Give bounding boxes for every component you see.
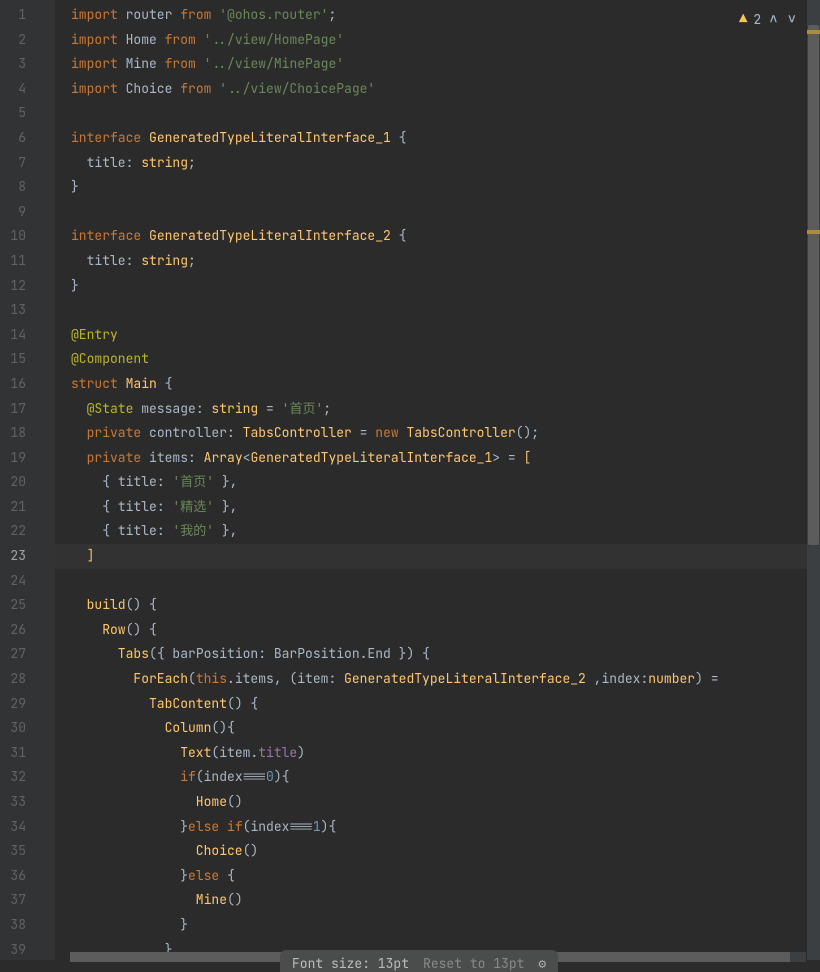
- warning-icon: ▲: [739, 10, 747, 28]
- line-number: 12: [0, 274, 54, 299]
- line-number: 10: [0, 224, 54, 249]
- line-number: 27: [0, 642, 54, 667]
- code-editor[interactable]: 1234567891011121314151617181920212223242…: [0, 0, 820, 960]
- code-line[interactable]: Choice(): [55, 839, 820, 864]
- code-line[interactable]: Mine(): [55, 888, 820, 913]
- code-line[interactable]: build() {: [55, 593, 820, 618]
- code-line[interactable]: private controller: TabsController = new…: [55, 421, 820, 446]
- code-line[interactable]: private items: Array<GeneratedTypeLitera…: [55, 446, 820, 471]
- prev-highlight-icon[interactable]: ∧: [767, 10, 779, 28]
- line-number: 23: [0, 544, 54, 569]
- line-number: 37: [0, 888, 54, 913]
- code-line[interactable]: title: string;: [55, 249, 820, 274]
- code-line[interactable]: }else {: [55, 864, 820, 889]
- gutter: 1234567891011121314151617181920212223242…: [0, 0, 55, 960]
- code-area[interactable]: import router from '@ohos.router';import…: [55, 0, 820, 960]
- gear-icon[interactable]: ⚙: [538, 955, 546, 972]
- code-line[interactable]: ]: [55, 544, 820, 569]
- code-line[interactable]: import Mine from '../view/MinePage': [55, 52, 820, 77]
- line-number: 33: [0, 790, 54, 815]
- code-line[interactable]: Home(): [55, 790, 820, 815]
- code-line[interactable]: { title: '我的' },: [55, 519, 820, 544]
- warning-count: 2: [753, 11, 761, 28]
- line-number: 15: [0, 347, 54, 372]
- code-line[interactable]: Column(){: [55, 716, 820, 741]
- line-number: 21: [0, 495, 54, 520]
- warning-marker[interactable]: [807, 30, 820, 34]
- line-number: 14: [0, 323, 54, 348]
- line-number: 7: [0, 151, 54, 176]
- code-line[interactable]: }else if(index===1){: [55, 815, 820, 840]
- code-line[interactable]: { title: '精选' },: [55, 495, 820, 520]
- line-number: 34: [0, 815, 54, 840]
- line-number: 11: [0, 249, 54, 274]
- code-line[interactable]: [55, 569, 820, 594]
- line-number: 8: [0, 175, 54, 200]
- line-number: 2: [0, 28, 54, 53]
- code-line[interactable]: Row() {: [55, 618, 820, 643]
- line-number: 16: [0, 372, 54, 397]
- code-line[interactable]: Text(item.title): [55, 741, 820, 766]
- line-number: 4: [0, 77, 54, 102]
- font-size-popup: Font size: 13pt Reset to 13pt ⚙: [280, 950, 558, 972]
- line-number: 1: [0, 3, 54, 28]
- code-line[interactable]: interface GeneratedTypeLiteralInterface_…: [55, 224, 820, 249]
- line-number: 25: [0, 593, 54, 618]
- line-number: 3: [0, 52, 54, 77]
- line-number: 39: [0, 938, 54, 960]
- line-number: 35: [0, 839, 54, 864]
- line-number: 18: [0, 421, 54, 446]
- warning-marker[interactable]: [807, 230, 820, 234]
- line-number: 17: [0, 397, 54, 422]
- line-number: 20: [0, 470, 54, 495]
- code-line[interactable]: TabContent() {: [55, 692, 820, 717]
- code-line[interactable]: }: [55, 175, 820, 200]
- inspection-indicators: ▲ 2 ∧ ∨: [735, 8, 802, 30]
- line-number: 29: [0, 692, 54, 717]
- vertical-scrollbar[interactable]: [807, 0, 820, 960]
- line-number: 5: [0, 101, 54, 126]
- code-line[interactable]: [55, 200, 820, 225]
- line-number: 30: [0, 716, 54, 741]
- code-line[interactable]: import Choice from '../view/ChoicePage': [55, 77, 820, 102]
- line-number: 19: [0, 446, 54, 471]
- code-line[interactable]: [55, 101, 820, 126]
- line-number: 24: [0, 569, 54, 594]
- line-number: 38: [0, 913, 54, 938]
- line-number: 36: [0, 864, 54, 889]
- scroll-thumb[interactable]: [808, 25, 819, 545]
- code-line[interactable]: import router from '@ohos.router';: [55, 3, 820, 28]
- code-line[interactable]: }: [55, 913, 820, 938]
- next-highlight-icon[interactable]: ∨: [786, 10, 798, 28]
- code-line[interactable]: }: [55, 274, 820, 299]
- line-number: 9: [0, 200, 54, 225]
- code-line[interactable]: { title: '首页' },: [55, 470, 820, 495]
- font-size-label: Font size: 13pt: [292, 955, 409, 972]
- line-number: 26: [0, 618, 54, 643]
- code-line[interactable]: title: string;: [55, 151, 820, 176]
- code-line[interactable]: import Home from '../view/HomePage': [55, 28, 820, 53]
- code-line[interactable]: ForEach(this.items, (item: GeneratedType…: [55, 667, 820, 692]
- line-number: 6: [0, 126, 54, 151]
- code-line[interactable]: [55, 298, 820, 323]
- reset-font-link[interactable]: Reset to 13pt: [423, 955, 524, 972]
- code-line[interactable]: @Component: [55, 347, 820, 372]
- code-line[interactable]: interface GeneratedTypeLiteralInterface_…: [55, 126, 820, 151]
- line-number: 32: [0, 765, 54, 790]
- line-number: 22: [0, 519, 54, 544]
- code-line[interactable]: Tabs({ barPosition: BarPosition.End }) {: [55, 642, 820, 667]
- line-number: 28: [0, 667, 54, 692]
- code-line[interactable]: @Entry: [55, 323, 820, 348]
- line-number: 13: [0, 298, 54, 323]
- code-line[interactable]: struct Main {: [55, 372, 820, 397]
- code-line[interactable]: @State message: string = '首页';: [55, 397, 820, 422]
- code-line[interactable]: if(index===0){: [55, 765, 820, 790]
- line-number: 31: [0, 741, 54, 766]
